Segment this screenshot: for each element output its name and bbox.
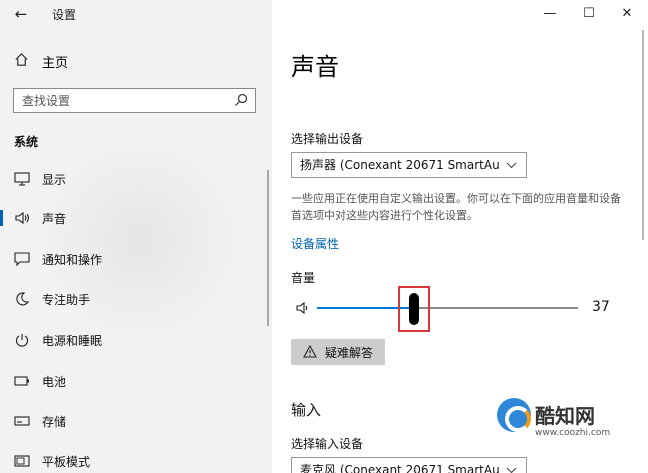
sidebar-item-label: 通知和操作: [42, 252, 103, 267]
output-device-value: 扬声器 (Conexant 20671 SmartAu: [300, 158, 500, 172]
input-heading: 输入: [291, 401, 322, 419]
sidebar-item-sound[interactable]: 声音: [0, 200, 270, 236]
output-device-select[interactable]: 扬声器 (Conexant 20671 SmartAu: [291, 152, 527, 178]
sidebar-item-label: 声音: [42, 211, 67, 226]
sidebar-section-label: 系统: [14, 135, 39, 149]
search-input[interactable]: [14, 89, 224, 112]
page-title: 声音: [291, 53, 339, 81]
volume-value: 37: [592, 299, 610, 315]
sidebar-item-battery[interactable]: 电池: [0, 363, 270, 399]
volume-slider-track[interactable]: [317, 307, 578, 309]
chevron-down-icon: [506, 458, 518, 473]
device-properties-link[interactable]: 设备属性: [291, 235, 339, 252]
troubleshoot-label: 疑难解答: [325, 345, 374, 360]
display-icon: [14, 171, 30, 187]
moon-icon: [14, 291, 30, 307]
notification-icon: [14, 251, 30, 267]
sidebar-item-label: 平板模式: [42, 454, 91, 469]
watermark-name: 酷知网: [535, 404, 595, 428]
content-scrollbar[interactable]: [642, 30, 644, 240]
tablet-icon: [14, 453, 30, 469]
input-device-label: 选择输入设备: [291, 437, 364, 451]
sidebar-item-label: 存储: [42, 414, 67, 429]
sidebar-item-notifications[interactable]: 通知和操作: [0, 241, 270, 277]
back-button[interactable]: ←: [10, 4, 32, 24]
app-title: 设置: [52, 8, 77, 22]
sidebar-home[interactable]: 主页: [14, 51, 68, 71]
watermark-url: www.coozhi.com: [535, 428, 611, 438]
sidebar-item-focus-assist[interactable]: 专注助手: [0, 281, 270, 317]
active-indicator: [0, 210, 3, 226]
sidebar-item-label: 电源和睡眠: [42, 333, 103, 348]
volume-speaker-icon[interactable]: [295, 300, 311, 316]
sidebar-item-storage[interactable]: 存储: [0, 403, 270, 439]
sidebar-scrollbar[interactable]: [267, 170, 269, 326]
maximize-icon: ☐: [583, 6, 595, 21]
watermark-logo-icon: [497, 398, 531, 432]
slider-highlight-annotation: [398, 286, 430, 332]
chevron-down-icon: [506, 153, 518, 177]
sidebar-item-label: 专注助手: [42, 292, 91, 307]
home-icon: [14, 52, 32, 71]
close-icon: ✕: [621, 6, 633, 21]
output-device-label: 选择输出设备: [291, 132, 364, 146]
back-arrow-icon: ←: [14, 5, 28, 23]
input-device-value: 麦克风 (Conexant 20671 SmartAu: [300, 463, 500, 473]
maximize-button[interactable]: ☐: [574, 3, 604, 25]
minimize-icon: —: [543, 6, 557, 21]
close-button[interactable]: ✕: [612, 3, 642, 25]
speaker-icon: [14, 210, 30, 226]
input-device-select[interactable]: 麦克风 (Conexant 20671 SmartAu: [291, 457, 527, 473]
title-bar: ← 设置 — ☐ ✕: [0, 0, 648, 30]
warning-icon: [303, 344, 317, 359]
sidebar-home-label: 主页: [42, 55, 69, 71]
sidebar-item-label: 显示: [42, 172, 67, 187]
search-box[interactable]: [13, 88, 256, 113]
battery-icon: [14, 373, 30, 389]
search-icon[interactable]: [233, 92, 249, 108]
sidebar-item-power-sleep[interactable]: 电源和睡眠: [0, 322, 270, 358]
volume-label: 音量: [291, 271, 316, 285]
watermark: 酷知网 www.coozhi.com: [497, 398, 627, 444]
sidebar-item-display[interactable]: 显示: [0, 161, 270, 197]
power-icon: [14, 332, 30, 348]
troubleshoot-button[interactable]: 疑难解答: [291, 339, 385, 365]
sidebar-item-label: 电池: [42, 374, 67, 389]
sidebar-item-tablet-mode[interactable]: 平板模式: [0, 443, 270, 473]
minimize-button[interactable]: —: [535, 3, 565, 25]
storage-icon: [14, 413, 30, 429]
output-description: 一些应用正在使用自定义输出设置。你可以在下面的应用音量和设备首选项中对这些内容进…: [291, 192, 621, 222]
